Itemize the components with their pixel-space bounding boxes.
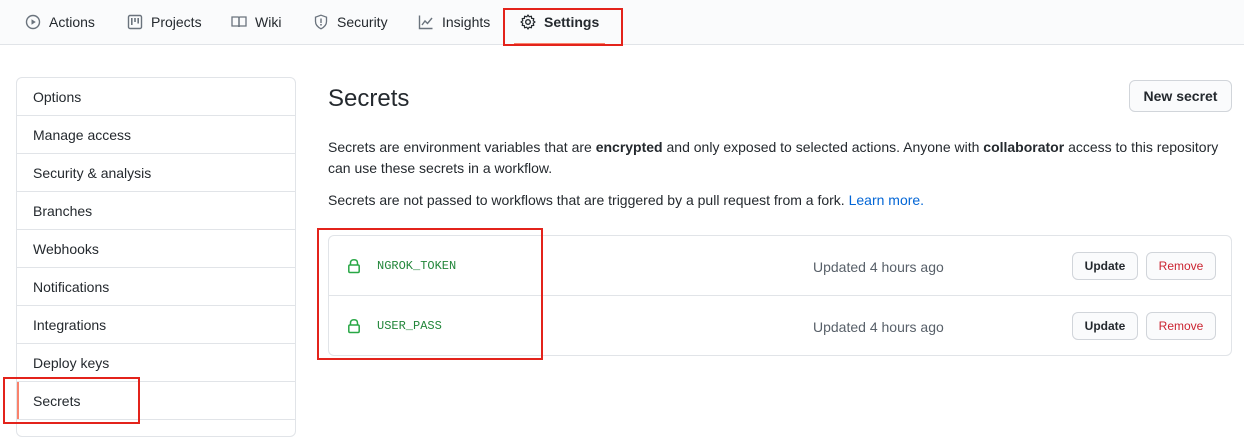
sidebar-item-label: Options — [33, 88, 82, 105]
tab-label: Wiki — [255, 14, 282, 30]
graph-icon — [418, 14, 434, 30]
sidebar-item-label: Security & analysis — [33, 164, 152, 181]
sidebar-item-branches[interactable]: Branches — [17, 192, 295, 230]
tab-actions[interactable]: Actions — [25, 0, 95, 44]
tab-label: Actions — [49, 14, 95, 30]
sidebar-item-deploy-keys[interactable]: Deploy keys — [17, 344, 295, 382]
sidebar-item-label: Webhooks — [33, 240, 99, 257]
tab-projects[interactable]: Projects — [127, 0, 202, 44]
sidebar-item-notifications[interactable]: Notifications — [17, 268, 295, 306]
sidebar-item-label: Secrets — [33, 392, 81, 409]
settings-sidebar: Options Manage access Security & analysi… — [16, 77, 296, 437]
desc-bold-collaborator: collaborator — [983, 139, 1065, 155]
secret-updated-time: Updated 4 hours ago — [813, 319, 944, 335]
lock-icon — [346, 318, 362, 334]
new-secret-button[interactable]: New secret — [1129, 80, 1232, 112]
desc-text-1: Secrets are environment variables that a… — [328, 139, 596, 155]
fork-note: Secrets are not passed to workflows that… — [328, 190, 1238, 211]
update-secret-button[interactable]: Update — [1072, 312, 1138, 340]
update-secret-button[interactable]: Update — [1072, 252, 1138, 280]
sidebar-item-options[interactable]: Options — [17, 78, 295, 116]
secret-name: NGROK_TOKEN — [377, 259, 457, 273]
fork-note-text: Secrets are not passed to workflows that… — [328, 192, 845, 208]
project-icon — [127, 14, 143, 30]
sidebar-item-manage-access[interactable]: Manage access — [17, 116, 295, 154]
shield-icon — [313, 14, 329, 30]
secrets-description: Secrets are environment variables that a… — [328, 137, 1238, 179]
book-icon — [231, 14, 247, 30]
sidebar-item-security-analysis[interactable]: Security & analysis — [17, 154, 295, 192]
learn-more-link[interactable]: Learn more. — [849, 192, 924, 208]
page-title: Secrets — [328, 85, 410, 112]
tab-label: Settings — [544, 14, 600, 30]
tab-label: Projects — [151, 14, 202, 30]
tab-settings[interactable]: Settings — [513, 0, 606, 45]
desc-bold-encrypted: encrypted — [595, 139, 663, 155]
tab-wiki[interactable]: Wiki — [231, 0, 281, 44]
sidebar-item-label: Integrations — [33, 316, 107, 333]
tab-insights[interactable]: Insights — [418, 0, 490, 44]
sidebar-item-secrets[interactable]: Secrets — [17, 382, 295, 420]
secret-updated-time: Updated 4 hours ago — [813, 259, 944, 275]
lock-icon — [346, 258, 362, 274]
secrets-list: NGROK_TOKEN Updated 4 hours ago Update R… — [328, 235, 1232, 356]
tab-label: Security — [337, 14, 388, 30]
tab-security[interactable]: Security — [313, 0, 388, 44]
sidebar-item-integrations[interactable]: Integrations — [17, 306, 295, 344]
tab-label: Insights — [442, 14, 491, 30]
sidebar-item-webhooks[interactable]: Webhooks — [17, 230, 295, 268]
secret-row: NGROK_TOKEN Updated 4 hours ago Update R… — [329, 236, 1231, 296]
sidebar-item-label: Branches — [33, 202, 93, 219]
desc-text-2: and only exposed to selected actions. An… — [662, 139, 984, 155]
sidebar-item-label: Manage access — [33, 126, 132, 143]
remove-secret-button[interactable]: Remove — [1146, 312, 1216, 340]
repo-nav: Actions Projects Wiki Security Insights … — [0, 0, 1244, 45]
sidebar-item-label: Deploy keys — [33, 354, 110, 371]
play-icon — [25, 14, 41, 30]
secret-row: USER_PASS Updated 4 hours ago Update Rem… — [329, 296, 1231, 356]
sidebar-item-label: Notifications — [33, 278, 110, 295]
remove-secret-button[interactable]: Remove — [1146, 252, 1216, 280]
gear-icon — [520, 14, 536, 30]
secret-name: USER_PASS — [377, 319, 442, 333]
